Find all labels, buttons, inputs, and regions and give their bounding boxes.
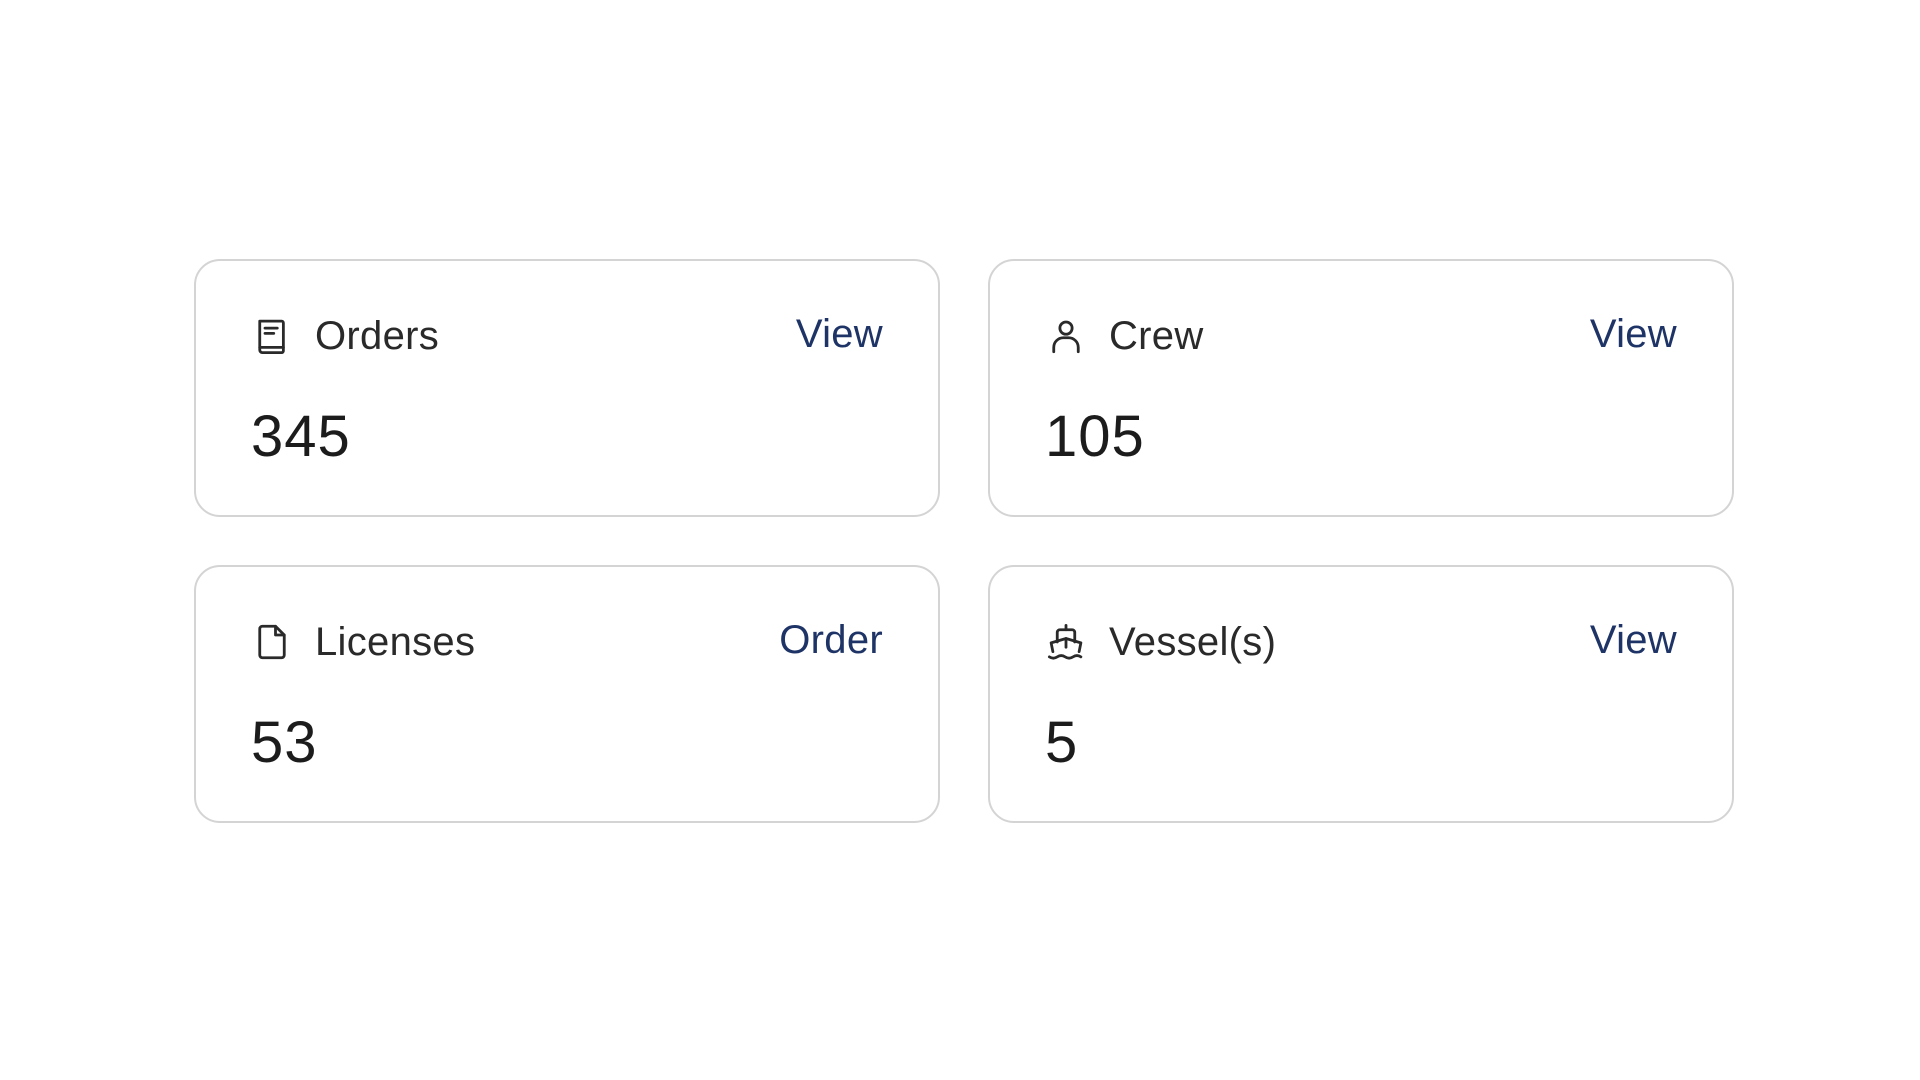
orders-card-header: Orders View [251, 311, 883, 361]
file-icon [251, 621, 293, 663]
crew-count: 105 [1045, 404, 1145, 469]
crew-card-title: Crew [1109, 313, 1204, 358]
vessels-count: 5 [1045, 710, 1079, 775]
ship-icon [1045, 621, 1087, 663]
orders-view-link[interactable]: View [796, 312, 883, 357]
crew-view-link[interactable]: View [1590, 312, 1677, 357]
crew-card: Crew View 105 [988, 259, 1734, 517]
licenses-card-header: Licenses Order [251, 617, 883, 667]
vessels-card-header: Vessel(s) View [1045, 617, 1677, 667]
licenses-count: 53 [251, 710, 318, 775]
licenses-card-title: Licenses [315, 619, 476, 664]
vessels-card-title: Vessel(s) [1109, 619, 1277, 664]
vessels-view-link[interactable]: View [1590, 618, 1677, 663]
licenses-order-link[interactable]: Order [779, 618, 883, 663]
book-icon [251, 315, 293, 357]
orders-card: Orders View 345 [194, 259, 940, 517]
vessels-card: Vessel(s) View 5 [988, 565, 1734, 823]
orders-count: 345 [251, 404, 351, 469]
user-icon [1045, 315, 1087, 357]
crew-card-header: Crew View [1045, 311, 1677, 361]
summary-cards-grid: Orders View 345 Crew View 105 Licenses O… [194, 259, 1734, 823]
orders-card-title: Orders [315, 313, 440, 358]
licenses-card: Licenses Order 53 [194, 565, 940, 823]
